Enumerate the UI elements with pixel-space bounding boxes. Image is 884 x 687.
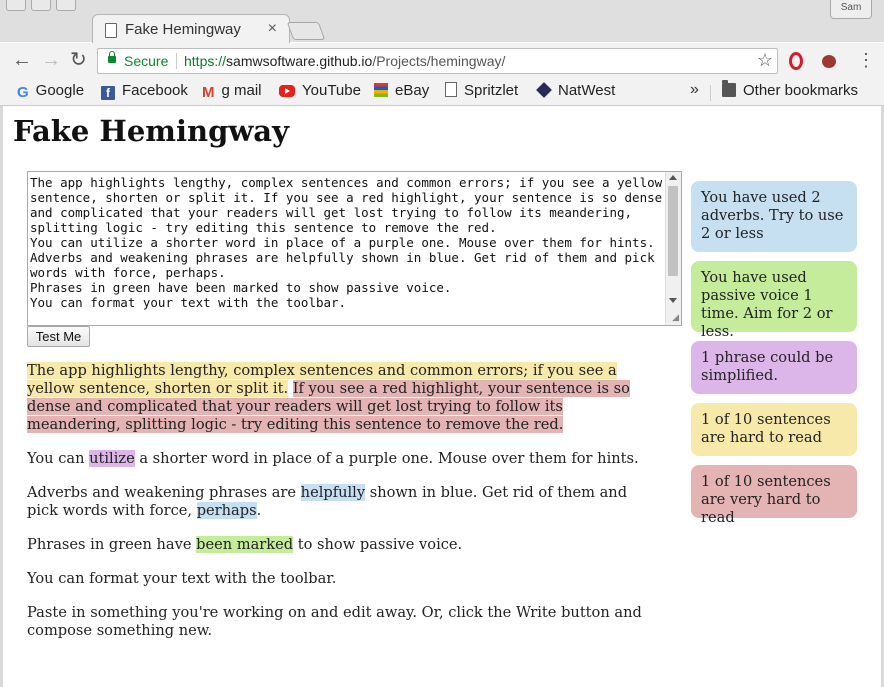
tab-close-icon[interactable]: × — [268, 20, 277, 38]
url-path: /Projects/hemingway/ — [372, 53, 506, 69]
passive-voice-highlight: been marked — [196, 536, 294, 553]
adverb-highlight: helpfully — [300, 484, 366, 501]
output-paragraph: You can utilize a shorter word in place … — [27, 450, 657, 468]
simpler-phrase-card: 1 phrase could be simplified. — [691, 341, 857, 394]
other-bookmarks[interactable]: Other bookmarks — [722, 80, 859, 99]
youtube-icon — [279, 85, 295, 97]
text-run: You can — [27, 450, 90, 467]
stats-sidebar: You have used 2 adverbs. Try to use 2 or… — [691, 181, 857, 527]
hard-sentences-card: 1 of 10 sentences are hard to read — [691, 403, 857, 456]
output-paragraph: Paste in something you're working on and… — [27, 604, 642, 639]
gmail-icon: M — [202, 84, 215, 101]
profile-badge[interactable]: Sam — [830, 0, 872, 19]
adverb-highlight: perhaps — [196, 502, 257, 519]
bookmark-facebook[interactable]: f Facebook — [101, 82, 188, 100]
opera-extension-icon[interactable] — [789, 52, 803, 70]
window-maximize-button[interactable] — [56, 0, 76, 11]
forward-arrow-icon[interactable]: → — [41, 49, 61, 71]
bookmark-star-icon[interactable]: ☆ — [757, 50, 773, 71]
analysis-output: The app highlights lengthy, complex sent… — [27, 362, 657, 656]
url-host: samwsoftware.github.io — [226, 53, 373, 69]
tab-title: Fake Hemingway — [125, 21, 241, 38]
text-run: to show passive voice. — [293, 536, 463, 553]
bookmark-label: g mail — [221, 82, 262, 99]
bookmark-label: Facebook — [122, 82, 188, 99]
reload-icon[interactable]: ↻ — [70, 49, 87, 71]
bookmark-natwest[interactable]: NatWest — [536, 82, 616, 99]
passive-voice-card: You have used passive voice 1 time. Aim … — [691, 261, 857, 340]
folder-icon — [722, 80, 736, 97]
output-paragraph: Adverbs and weakening phrases are helpfu… — [27, 484, 657, 520]
bookmark-google[interactable]: G Google — [17, 82, 85, 101]
bookmark-label: NatWest — [558, 82, 616, 99]
bookmark-label: YouTube — [302, 82, 361, 99]
output-paragraph: The app highlights lengthy, complex sent… — [27, 362, 657, 434]
lock-icon — [108, 51, 116, 63]
editor-textarea[interactable]: The app highlights lengthy, complex sent… — [28, 172, 666, 325]
bookmark-gmail[interactable]: Mg mail — [202, 82, 262, 101]
bookmarks-bar: G Google f Facebook Mg mail YouTube eBay S… — [0, 79, 884, 106]
bookmarks-separator — [710, 85, 711, 101]
page-icon — [445, 82, 457, 97]
ebay-icon — [374, 83, 388, 97]
bookmark-spritzlet[interactable]: Spritzlet — [445, 82, 518, 99]
scroll-down-icon[interactable] — [669, 298, 677, 303]
secure-label: Secure — [124, 53, 169, 69]
text-editor: The app highlights lengthy, complex sent… — [27, 171, 682, 326]
window-minimize-button[interactable] — [31, 0, 51, 11]
browser-menu-icon[interactable]: ⋮ — [857, 50, 875, 70]
window-titlebar: Sam Fake Hemingway × — [0, 0, 884, 45]
facebook-icon: f — [101, 86, 115, 100]
output-paragraph: You can format your text with the toolba… — [27, 570, 337, 587]
bookmark-label: Google — [35, 82, 85, 99]
text-run: . — [256, 502, 262, 519]
window-edge-left — [0, 106, 3, 687]
url-text[interactable]: https://samwsoftware.github.io/Projects/… — [184, 53, 505, 69]
bookmarks-overflow-icon[interactable]: » — [690, 81, 699, 99]
simpler-word-highlight: utilize — [89, 450, 135, 467]
scrollbar-thumb[interactable] — [668, 186, 678, 276]
bookmark-ebay[interactable]: eBay — [374, 82, 429, 99]
scroll-up-icon[interactable] — [669, 175, 677, 180]
very-hard-sentences-card: 1 of 10 sentences are very hard to read — [691, 465, 857, 526]
back-arrow-icon[interactable]: ← — [12, 49, 32, 71]
address-bar[interactable]: Secure https://samwsoftware.github.io/Pr… — [97, 48, 778, 74]
url-scheme: https:// — [184, 53, 227, 69]
tomato-extension-icon[interactable] — [822, 55, 836, 68]
page-title: Fake Hemingway — [13, 114, 289, 148]
page-icon — [105, 23, 117, 38]
bookmark-label: eBay — [395, 82, 430, 99]
bookmark-label: Spritzlet — [464, 82, 519, 99]
text-run: Phrases in green have — [27, 536, 197, 553]
tab-fake-hemingway[interactable]: Fake Hemingway × — [92, 14, 290, 45]
text-run: Adverbs and weakening phrases are — [27, 484, 301, 501]
output-paragraph: Phrases in green have been marked to sho… — [27, 536, 657, 554]
window-close-button[interactable] — [6, 0, 26, 11]
adverbs-card: You have used 2 adverbs. Try to use 2 or… — [691, 181, 857, 252]
text-run: a shorter word in place of a purple one.… — [134, 450, 639, 467]
address-separator — [176, 53, 177, 69]
editor-scrollbar[interactable] — [665, 172, 681, 325]
google-icon: G — [17, 84, 29, 101]
other-bookmarks-label: Other bookmarks — [743, 82, 859, 99]
test-me-button[interactable]: Test Me — [27, 326, 90, 347]
resize-grip-icon[interactable]: ◢ — [672, 312, 679, 323]
natwest-icon — [536, 82, 552, 98]
bookmark-youtube[interactable]: YouTube — [279, 82, 361, 99]
new-tab-button[interactable] — [286, 22, 326, 40]
